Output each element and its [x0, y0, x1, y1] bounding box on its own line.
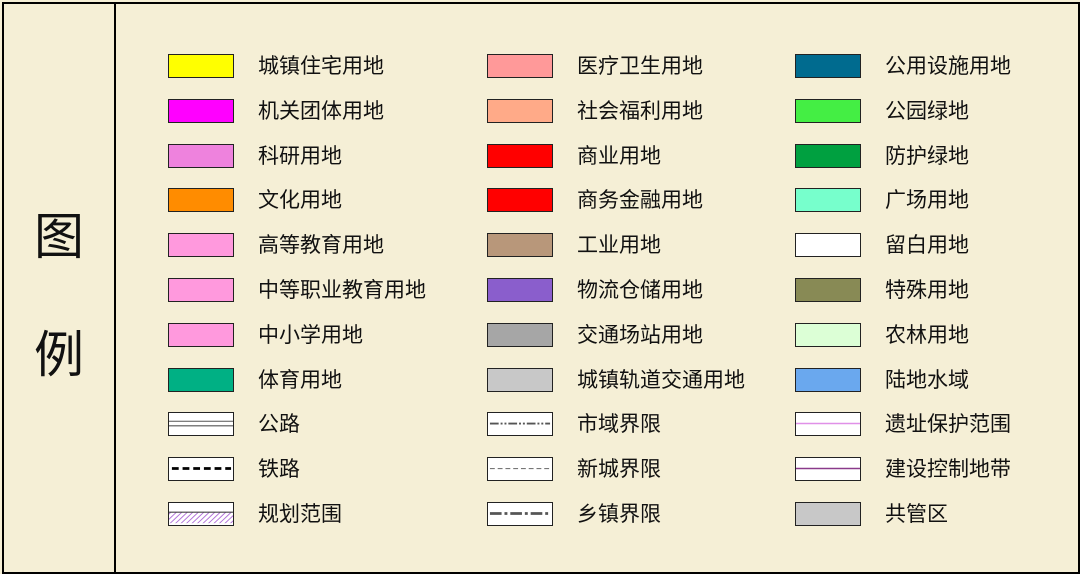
legend-item-label: 公用设施用地: [885, 54, 1011, 78]
light-gray-fill-swatch: [487, 367, 553, 392]
legend-item-label: 中小学用地: [258, 322, 363, 347]
legend-item-label: 中等职业教育用地: [258, 277, 426, 302]
salmon-fill-swatch: [487, 54, 553, 78]
legend-item-label: 陆地水域: [885, 367, 969, 392]
orchid-fill-swatch: [168, 143, 234, 168]
legend-item-label: 共管区: [885, 501, 948, 526]
legend-item-label: 社会福利用地: [577, 98, 703, 123]
legend-item-label: 商务金融用地: [577, 188, 703, 213]
dark-teal-fill-swatch: [795, 54, 861, 78]
tan-fill-swatch: [487, 233, 553, 258]
highway-double-line-icon: [168, 412, 234, 437]
legend-title-char: 图: [34, 208, 84, 266]
construction-control-line-icon: [795, 457, 861, 482]
city-boundary-dash-dot-icon: [487, 412, 553, 437]
legend-item-label: 市域界限: [577, 412, 661, 437]
legend-item-label: 遗址保护范围: [885, 412, 1011, 437]
legend-item-label: 特殊用地: [885, 277, 969, 302]
bright-green-fill-swatch: [795, 98, 861, 123]
pink-fill-swatch: [168, 277, 234, 302]
teal-fill-swatch: [168, 367, 234, 392]
legend-item-label: 工业用地: [577, 233, 661, 258]
legend-item-label: 物流仓储用地: [577, 277, 703, 302]
pink-fill-swatch: [168, 322, 234, 347]
legend-item-label: 防护绿地: [885, 143, 969, 168]
planning-boundary-hatch-icon: [168, 501, 234, 526]
township-boundary-dash-dot-icon: [487, 501, 553, 526]
legend-item-label: 商业用地: [577, 143, 661, 168]
white-fill-swatch: [795, 233, 861, 258]
legend-item-label: 广场用地: [885, 188, 969, 213]
pale-green-fill-swatch: [795, 322, 861, 347]
pink-fill-swatch: [168, 233, 234, 258]
olive-fill-swatch: [795, 277, 861, 302]
legend-item-label: 机关团体用地: [258, 98, 384, 123]
legend-item-label: 科研用地: [258, 143, 342, 168]
aquamarine-fill-swatch: [795, 188, 861, 213]
legend-item-label: 公园绿地: [885, 98, 969, 123]
orange-fill-swatch: [168, 188, 234, 213]
yellow-fill-swatch: [168, 54, 234, 78]
legend-item-label: 新城界限: [577, 457, 661, 482]
legend-item-label: 留白用地: [885, 233, 969, 258]
purple-fill-swatch: [487, 277, 553, 302]
legend-title-column: 图 例: [4, 4, 116, 572]
peach-fill-swatch: [487, 98, 553, 123]
legend-item-label: 规划范围: [258, 501, 342, 526]
legend-item-label: 文化用地: [258, 188, 342, 213]
gray-fill-swatch: [487, 322, 553, 347]
heritage-protection-line-icon: [795, 412, 861, 437]
legend-item-label: 建设控制地带: [885, 457, 1011, 482]
legend-item-label: 交通场站用地: [577, 322, 703, 347]
blue-fill-swatch: [795, 367, 861, 392]
green-fill-swatch: [795, 143, 861, 168]
legend-item-label: 乡镇界限: [577, 501, 661, 526]
legend-item-label: 高等教育用地: [258, 233, 384, 258]
legend-item-label: 城镇住宅用地: [258, 54, 384, 78]
railway-dashed-line-icon: [168, 457, 234, 482]
legend-item-label: 城镇轨道交通用地: [577, 367, 745, 392]
legend-item-label: 农林用地: [885, 322, 969, 347]
legend-title-char: 例: [34, 326, 84, 384]
legend-item-label: 体育用地: [258, 367, 342, 392]
new-town-boundary-dashed-icon: [487, 457, 553, 482]
map-legend: 图 例 城镇住宅用地 机关团体用地 科研用地文化用地高等教育用地中等职业教育用地 中小…: [2, 2, 1080, 574]
legend-item-label: 医疗卫生用地: [577, 54, 703, 78]
legend-item-label: 铁路: [258, 457, 300, 482]
legend-item-label: 公路: [258, 412, 300, 437]
red-fill-swatch: [487, 143, 553, 168]
red-fill-swatch: [487, 188, 553, 213]
magenta-fill-swatch: [168, 98, 234, 123]
light-gray-fill-swatch: [795, 501, 861, 526]
